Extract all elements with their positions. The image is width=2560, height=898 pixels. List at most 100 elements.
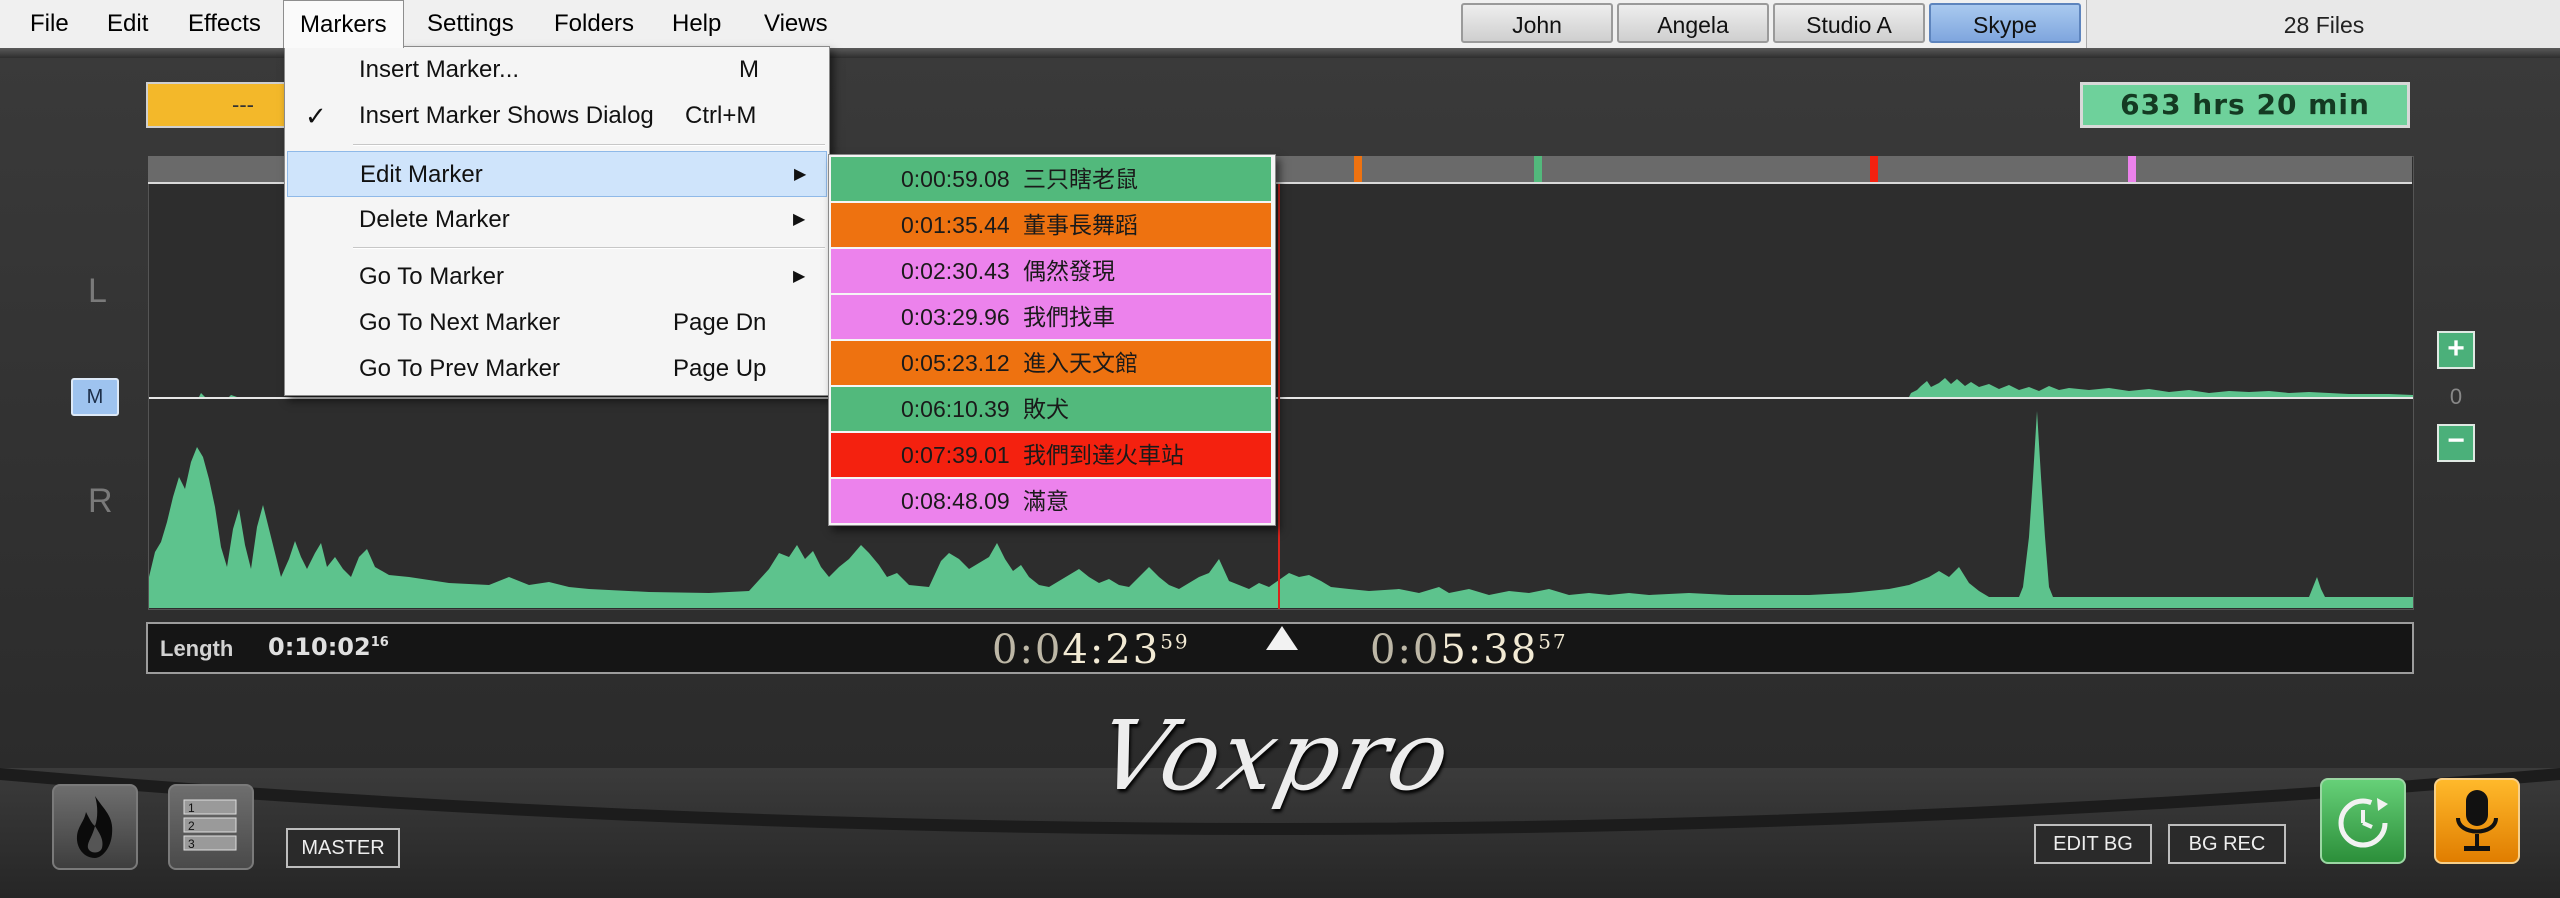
marker-item[interactable]: 0:02:30.43 偶然發現 [831, 249, 1271, 293]
right-channel-label: R [88, 482, 113, 520]
submenu-arrow-icon: ▶ [793, 211, 806, 228]
list-number-3: 3 [188, 837, 195, 851]
menu-item-shortcut: Ctrl+M [685, 102, 757, 129]
marker-time: 0:08:48.09 [901, 488, 1010, 514]
menu-separator [353, 144, 825, 146]
voxpro-logo: Voxpro [1088, 700, 1462, 812]
length-frac: 16 [370, 635, 389, 650]
menu-item-label: Delete Marker [359, 206, 510, 233]
menu-insert-marker[interactable]: Insert Marker... M [287, 47, 827, 93]
master-button[interactable]: MASTER [286, 828, 400, 868]
numbered-list-button[interactable]: 1 2 3 [168, 784, 254, 870]
menu-item-shortcut: Page Up [673, 355, 767, 382]
user-button-angela[interactable]: Angela [1617, 3, 1769, 43]
edit-marker-submenu: 0:00:59.08 三只瞎老鼠 0:01:35.44 董事長舞蹈 0:02:3… [828, 154, 1276, 526]
menu-markers[interactable]: Markers [283, 0, 404, 48]
position-time: 0:04:2359 [992, 627, 1190, 673]
user-button-skype[interactable]: Skype [1929, 3, 2081, 43]
menu-edit[interactable]: Edit [91, 0, 164, 48]
marker-name: 我們找車 [1023, 304, 1115, 330]
marker-name: 進入天文館 [1023, 350, 1138, 376]
list-number-1: 1 [188, 801, 195, 815]
bg-rec-button[interactable]: BG REC [2168, 824, 2286, 864]
length-value: 0:10:0216 [268, 633, 389, 661]
microphone-icon [2456, 790, 2498, 851]
position-frac: 59 [1160, 629, 1190, 654]
record-status-field[interactable]: --- [146, 82, 296, 128]
marker-item[interactable]: 0:06:10.39 敗犬 [831, 387, 1271, 431]
marker-name: 我們到達火車站 [1023, 442, 1184, 468]
menu-settings[interactable]: Settings [411, 0, 530, 48]
length-label: Length [160, 636, 234, 661]
left-channel-label: L [88, 272, 107, 310]
menu-item-shortcut: M [739, 56, 759, 83]
marker-tick-red[interactable] [1870, 156, 1878, 182]
menu-file[interactable]: File [14, 0, 85, 48]
marker-item[interactable]: 0:05:23.12 進入天文館 [831, 341, 1271, 385]
marker-time: 0:02:30.43 [901, 258, 1010, 284]
menu-item-label: Insert Marker Shows Dialog [359, 102, 654, 129]
marker-time: 0:06:10.39 [901, 396, 1010, 422]
zoom-level: 0 [2449, 384, 2463, 409]
waveform-right-channel [149, 411, 2413, 608]
menu-insert-marker-shows-dialog[interactable]: ✓ Insert Marker Shows Dialog Ctrl+M [287, 93, 827, 139]
fire-icon [76, 796, 113, 858]
menu-go-to-prev-marker[interactable]: Go To Prev Marker Page Up [287, 346, 827, 392]
menu-help[interactable]: Help [656, 0, 737, 48]
marker-item[interactable]: 0:01:35.44 董事長舞蹈 [831, 203, 1271, 247]
marker-item[interactable]: 0:08:48.09 滿意 [831, 479, 1271, 523]
numbered-list-icon: 1 2 3 [183, 799, 237, 851]
zoom-in-button[interactable]: + [2437, 331, 2475, 369]
remaining-time: 0:05:3857 [1370, 627, 1568, 673]
menu-item-label: Edit Marker [360, 161, 483, 188]
position-main: 4:23 [1062, 627, 1161, 673]
length-main: 0:10:02 [268, 633, 371, 661]
marker-tick-pink[interactable] [2128, 156, 2136, 182]
marker-tick-orange[interactable] [1354, 156, 1362, 182]
marker-tick-green[interactable] [1534, 156, 1542, 182]
marker-time: 0:05:23.12 [901, 350, 1010, 376]
mute-button[interactable]: M [71, 378, 119, 416]
burn-button[interactable] [52, 784, 138, 870]
submenu-arrow-icon: ▶ [794, 166, 807, 183]
marker-time: 0:01:35.44 [901, 212, 1010, 238]
menu-folders[interactable]: Folders [538, 0, 650, 48]
menu-go-to-marker[interactable]: Go To Marker ▶ [287, 254, 827, 300]
menu-go-to-next-marker[interactable]: Go To Next Marker Page Dn [287, 300, 827, 346]
marker-item[interactable]: 0:03:29.96 我們找車 [831, 295, 1271, 339]
menu-effects[interactable]: Effects [172, 0, 277, 48]
time-remaining-display: 633 hrs 20 min [2080, 82, 2410, 128]
list-number-2: 2 [188, 819, 195, 833]
playhead-triangle[interactable] [1266, 626, 1298, 650]
marker-name: 敗犬 [1023, 396, 1069, 422]
record-button[interactable] [2434, 778, 2520, 864]
recycle-timer-icon [2338, 798, 2388, 848]
menu-views[interactable]: Views [748, 0, 844, 48]
marker-time: 0:03:29.96 [901, 304, 1010, 330]
check-icon: ✓ [305, 101, 327, 131]
marker-name: 滿意 [1023, 488, 1069, 514]
edit-bg-button[interactable]: EDIT BG [2034, 824, 2152, 864]
menu-item-label: Go To Prev Marker [359, 355, 560, 382]
user-button-studio-a[interactable]: Studio A [1773, 3, 1925, 43]
zoom-out-button[interactable]: − [2437, 424, 2475, 462]
menu-separator [353, 247, 825, 249]
menu-item-label: Go To Marker [359, 263, 504, 290]
menu-bar: File Edit Effects Markers Settings Folde… [0, 0, 2560, 49]
menu-edit-marker[interactable]: Edit Marker ▶ [287, 151, 827, 197]
menu-item-label: Go To Next Marker [359, 309, 560, 336]
menu-delete-marker[interactable]: Delete Marker ▶ [287, 197, 827, 243]
menu-item-label: Insert Marker... [359, 56, 520, 83]
markers-dropdown: Insert Marker... M ✓ Insert Marker Shows… [284, 46, 830, 396]
marker-name: 偶然發現 [1023, 258, 1115, 284]
remaining-main: 5:38 [1440, 627, 1539, 673]
refresh-timer-button[interactable] [2320, 778, 2406, 864]
marker-item[interactable]: 0:00:59.08 三只瞎老鼠 [831, 157, 1271, 201]
marker-item[interactable]: 0:07:39.01 我們到達火車站 [831, 433, 1271, 477]
remaining-prefix: 0:0 [1370, 627, 1441, 673]
user-button-john[interactable]: John [1461, 3, 1613, 43]
file-count: 28 Files [2086, 0, 2560, 48]
submenu-arrow-icon: ▶ [793, 268, 806, 285]
marker-name: 董事長舞蹈 [1023, 212, 1138, 238]
marker-time: 0:00:59.08 [901, 166, 1010, 192]
